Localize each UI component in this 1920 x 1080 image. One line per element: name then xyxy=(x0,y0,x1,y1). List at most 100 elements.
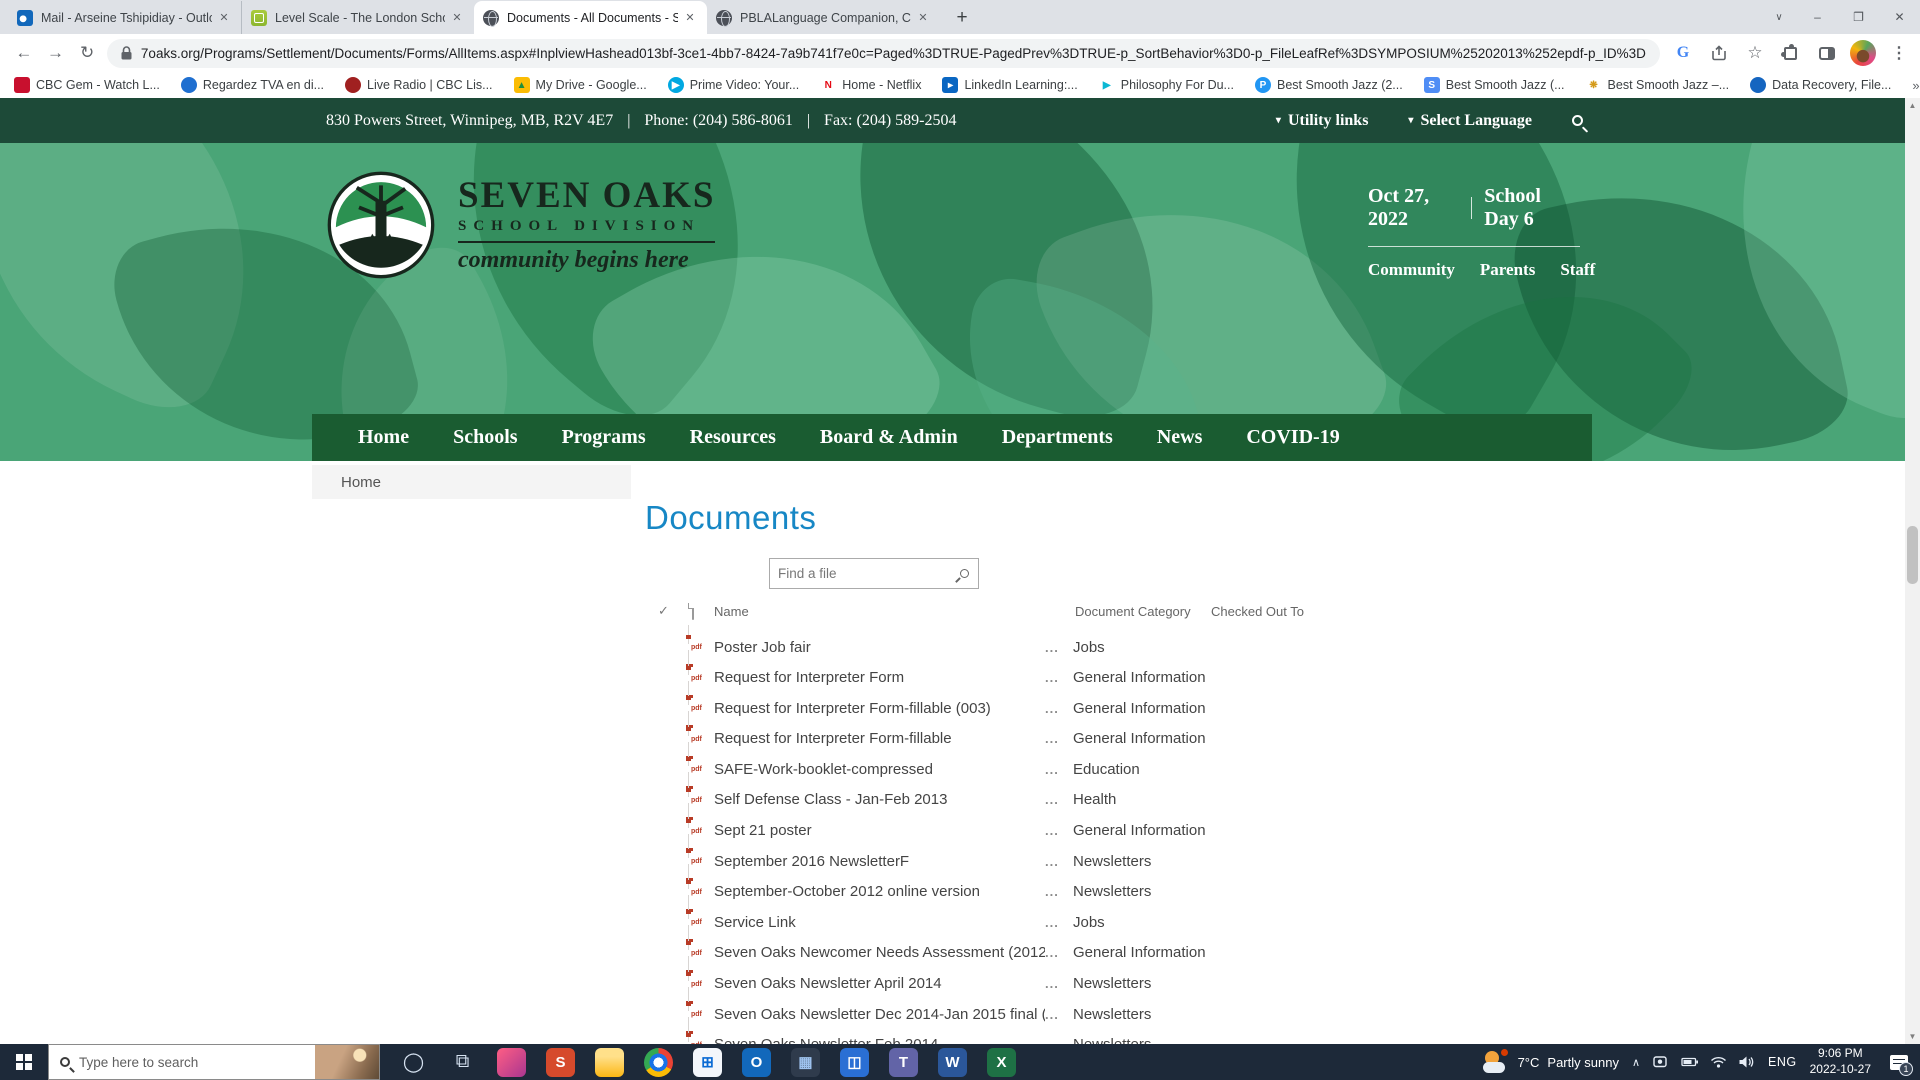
tab-close-icon[interactable]: ✕ xyxy=(915,10,931,26)
table-row[interactable]: pdf Seven Oaks Newcomer Needs Assessment… xyxy=(645,932,1905,963)
word-icon[interactable]: W xyxy=(937,1044,968,1080)
scroll-up-icon[interactable]: ▲ xyxy=(1905,98,1920,113)
nav-item[interactable]: Board & Admin xyxy=(820,426,958,449)
excel-icon[interactable]: X xyxy=(986,1044,1017,1080)
column-checked-out[interactable]: Checked Out To xyxy=(1211,604,1905,619)
find-file-search-icon[interactable] xyxy=(950,569,978,578)
tab-search-chevron-icon[interactable]: ∨ xyxy=(1761,0,1797,34)
action-center-icon[interactable]: 1 xyxy=(1884,1044,1914,1080)
task-view-icon[interactable]: ⧉ xyxy=(447,1044,478,1080)
row-ellipsis-menu-icon[interactable]: ... xyxy=(1045,854,1073,869)
file-name-link[interactable]: SAFE-Work-booklet-compressed xyxy=(714,761,1045,778)
nav-item[interactable]: Programs xyxy=(562,426,646,449)
bookmark-item[interactable]: S Best Smooth Jazz (... xyxy=(1424,77,1565,93)
profile-avatar[interactable] xyxy=(1850,40,1876,66)
nav-item[interactable]: Home xyxy=(358,426,409,449)
file-name-link[interactable]: Poster Job fair xyxy=(714,639,1045,656)
file-name-link[interactable]: Self Defense Class - Jan-Feb 2013 xyxy=(714,791,1045,808)
browser-tab[interactable]: Mail - Arseine Tshipidiay - Outloo ✕ xyxy=(8,1,241,34)
nav-item[interactable]: Resources xyxy=(690,426,776,449)
battery-icon[interactable] xyxy=(1681,1054,1699,1070)
table-row[interactable]: pdf Request for Interpreter Form-fillabl… xyxy=(645,687,1905,718)
file-name-link[interactable]: Seven Oaks Newsletter Feb 2014 xyxy=(714,1036,1045,1044)
google-icon[interactable]: G xyxy=(1670,40,1696,66)
calculator-icon[interactable]: ▦ xyxy=(790,1044,821,1080)
row-ellipsis-menu-icon[interactable]: ... xyxy=(1045,670,1073,685)
file-name-link[interactable]: Request for Interpreter Form-fillable (0… xyxy=(714,700,1045,717)
bookmark-item[interactable]: P Best Smooth Jazz (2... xyxy=(1255,77,1403,93)
row-ellipsis-menu-icon[interactable]: ... xyxy=(1045,1007,1073,1022)
utility-links-menu[interactable]: ▾Utility links xyxy=(1276,112,1369,130)
file-name-link[interactable]: Sept 21 poster xyxy=(714,822,1045,839)
bookmark-item[interactable]: ▸ LinkedIn Learning:... xyxy=(942,77,1077,93)
row-ellipsis-menu-icon[interactable]: ... xyxy=(1045,1037,1073,1044)
nav-item[interactable]: Schools xyxy=(453,426,517,449)
scrollbar-thumb[interactable] xyxy=(1907,526,1918,584)
tab-close-icon[interactable]: ✕ xyxy=(216,10,232,26)
back-icon[interactable]: ← xyxy=(8,37,40,69)
file-explorer-icon[interactable] xyxy=(594,1044,625,1080)
bookmark-item[interactable]: ▶ Prime Video: Your... xyxy=(668,77,800,93)
scroll-down-icon[interactable]: ▼ xyxy=(1905,1029,1920,1044)
file-name-link[interactable]: Service Link xyxy=(714,914,1045,931)
table-row[interactable]: pdf September 2016 NewsletterF ... Newsl… xyxy=(645,840,1905,871)
bookmark-item[interactable]: CBC Gem - Watch L... xyxy=(14,77,160,93)
table-row[interactable]: pdf Seven Oaks Newsletter Dec 2014-Jan 2… xyxy=(645,993,1905,1024)
chrome-icon[interactable] xyxy=(643,1044,674,1080)
row-ellipsis-menu-icon[interactable]: ... xyxy=(1045,701,1073,716)
bookmarks-overflow-icon[interactable]: » xyxy=(1912,78,1920,93)
breadcrumb[interactable]: Home xyxy=(312,465,631,499)
share-icon[interactable] xyxy=(1706,40,1732,66)
teams-icon[interactable]: T xyxy=(888,1044,919,1080)
cortana-icon[interactable]: ◯ xyxy=(398,1044,429,1080)
row-ellipsis-menu-icon[interactable]: ... xyxy=(1045,915,1073,930)
browser-tab[interactable]: Documents - All Documents - Se ✕ xyxy=(474,1,707,34)
table-row[interactable]: pdf Request for Interpreter Form ... Gen… xyxy=(645,657,1905,688)
bookmark-item[interactable]: N Home - Netflix xyxy=(820,77,921,93)
browser-menu-icon[interactable]: ⋮ xyxy=(1886,40,1912,66)
bookmark-item[interactable]: Regardez TVA en di... xyxy=(181,77,324,93)
tab-close-icon[interactable]: ✕ xyxy=(449,10,465,26)
browser-tab[interactable]: PBLALanguage Companion, CLB ✕ xyxy=(707,1,940,34)
row-ellipsis-menu-icon[interactable]: ... xyxy=(1045,945,1073,960)
forward-icon[interactable]: → xyxy=(40,37,72,69)
people-app-icon[interactable]: ◫ xyxy=(839,1044,870,1080)
table-row[interactable]: pdf SAFE-Work-booklet-compressed ... Edu… xyxy=(645,748,1905,779)
row-ellipsis-menu-icon[interactable]: ... xyxy=(1045,762,1073,777)
close-button[interactable]: ✕ xyxy=(1879,0,1920,34)
find-file-input[interactable] xyxy=(770,566,950,581)
audience-link[interactable]: Parents xyxy=(1480,260,1535,280)
nav-item[interactable]: Departments xyxy=(1002,426,1113,449)
volume-icon[interactable] xyxy=(1738,1054,1755,1070)
meet-now-icon[interactable] xyxy=(1653,1054,1670,1070)
table-row[interactable]: pdf Seven Oaks Newsletter April 2014 ...… xyxy=(645,963,1905,994)
photos-app-icon[interactable] xyxy=(496,1044,527,1080)
bookmark-item[interactable]: ▶ Philosophy For Du... xyxy=(1099,77,1234,93)
column-name[interactable]: Name xyxy=(714,604,1075,619)
file-name-link[interactable]: Seven Oaks Newsletter April 2014 xyxy=(714,975,1045,992)
file-name-link[interactable]: Request for Interpreter Form-fillable xyxy=(714,730,1045,747)
table-row[interactable]: pdf Poster Job fair ... Jobs xyxy=(645,626,1905,657)
site-logo[interactable]: SEVEN OAKS SCHOOL DIVISION community beg… xyxy=(326,170,715,280)
select-all-checkbox[interactable]: ✓ xyxy=(658,603,692,619)
file-name-link[interactable]: Request for Interpreter Form xyxy=(714,669,1045,686)
bookmark-item[interactable]: Live Radio | CBC Lis... xyxy=(345,77,493,93)
sway-app-icon[interactable]: S xyxy=(545,1044,576,1080)
table-row[interactable]: pdf Self Defense Class - Jan-Feb 2013 ..… xyxy=(645,779,1905,810)
hidden-icons-chevron-icon[interactable]: ∧ xyxy=(1632,1056,1640,1069)
language-indicator[interactable]: ENG xyxy=(1768,1055,1797,1069)
file-name-link[interactable]: Seven Oaks Newcomer Needs Assessment (20… xyxy=(714,944,1045,961)
row-ellipsis-menu-icon[interactable]: ... xyxy=(1045,792,1073,807)
nav-item[interactable]: COVID-19 xyxy=(1246,426,1339,449)
table-row[interactable]: pdf September-October 2012 online versio… xyxy=(645,871,1905,902)
search-highlight-image[interactable] xyxy=(315,1045,379,1079)
row-ellipsis-menu-icon[interactable]: ... xyxy=(1045,823,1073,838)
restore-button[interactable]: ❐ xyxy=(1838,0,1879,34)
tab-close-icon[interactable]: ✕ xyxy=(682,10,698,26)
browser-tab[interactable]: Level Scale - The London School ✕ xyxy=(241,1,474,34)
side-panel-icon[interactable] xyxy=(1814,40,1840,66)
nav-item[interactable]: News xyxy=(1157,426,1203,449)
file-name-link[interactable]: Seven Oaks Newsletter Dec 2014-Jan 2015 … xyxy=(714,1006,1045,1023)
select-language-menu[interactable]: ▾Select Language xyxy=(1408,112,1532,130)
weather-widget[interactable]: 7°C Partly sunny xyxy=(1482,1049,1619,1075)
